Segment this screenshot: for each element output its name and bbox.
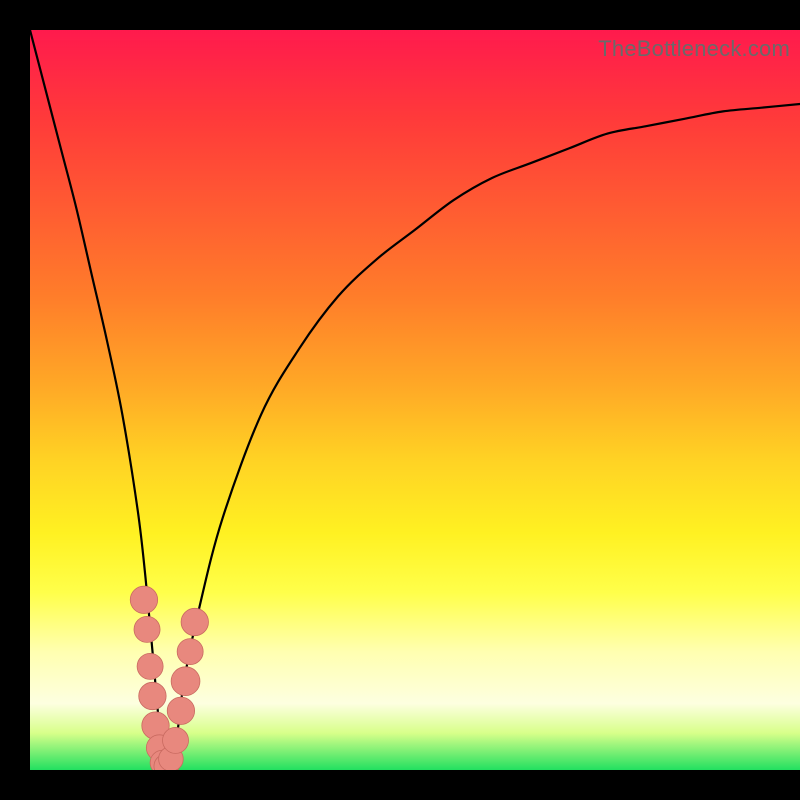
chart-frame: TheBottleneck.com bbox=[0, 0, 800, 800]
bead-marker bbox=[167, 697, 194, 724]
bead-marker bbox=[137, 653, 163, 679]
plot-area: TheBottleneck.com bbox=[30, 30, 800, 770]
bead-marker bbox=[177, 639, 203, 665]
bottleneck-curve-svg bbox=[30, 30, 800, 770]
bead-marker bbox=[139, 682, 166, 709]
bead-marker bbox=[134, 616, 160, 642]
bead-marker bbox=[171, 667, 200, 696]
bead-marker bbox=[130, 586, 157, 613]
bead-marker bbox=[163, 727, 189, 753]
bead-marker bbox=[181, 608, 208, 635]
beads-group bbox=[130, 586, 208, 770]
